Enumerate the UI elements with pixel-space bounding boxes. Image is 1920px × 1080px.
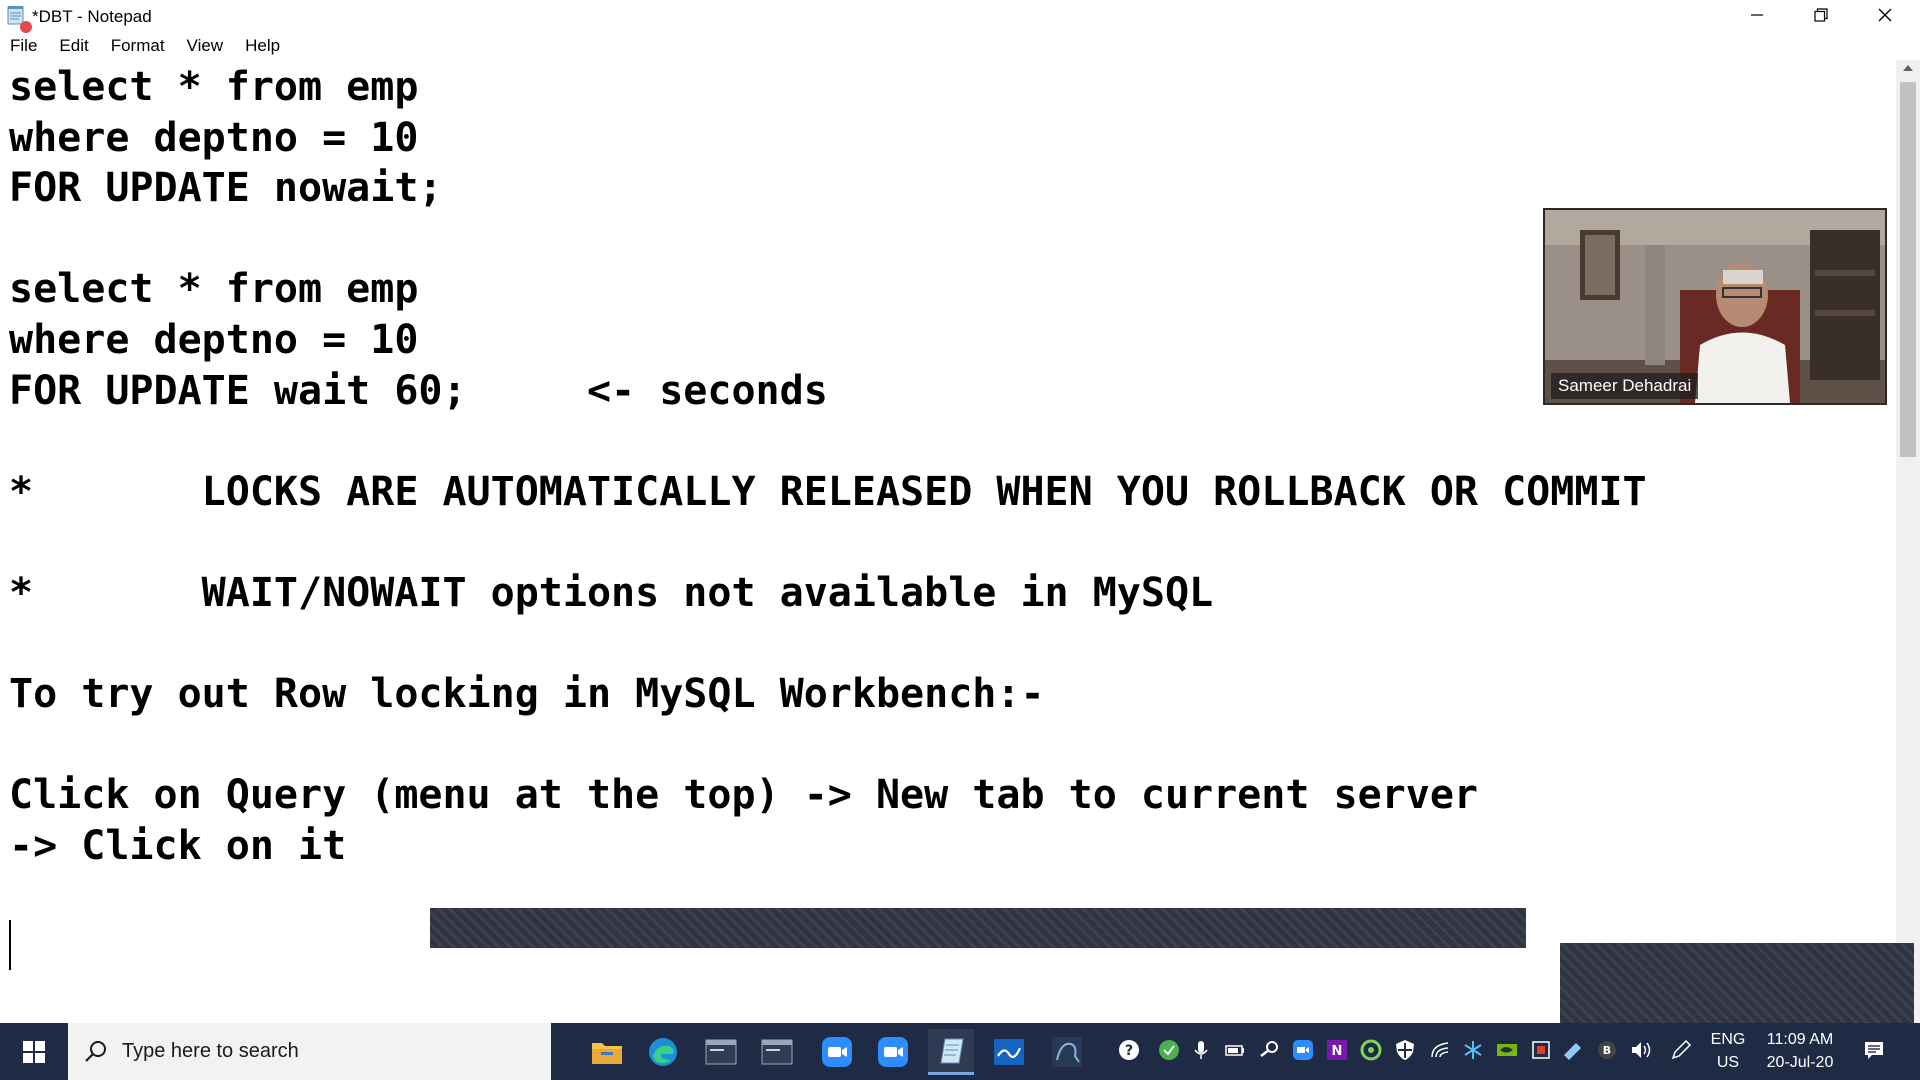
square-app-icon	[1532, 1041, 1550, 1059]
search-icon	[85, 1040, 106, 1062]
participant-video-tile[interactable]: Sameer Dehadrai	[1543, 208, 1887, 405]
screen-share-overlay-bar	[430, 908, 1526, 948]
windows-logo-icon	[23, 1040, 45, 1063]
zoom-camera-icon	[878, 1037, 908, 1067]
sql-terminal-icon	[761, 1039, 793, 1065]
menu-file[interactable]: File	[0, 33, 48, 59]
check-shield-icon	[1159, 1040, 1179, 1060]
snowflake-icon	[1464, 1041, 1482, 1059]
help-icon: ?	[1119, 1040, 1139, 1060]
participant-name-label: Sameer Dehadrai	[1551, 373, 1699, 399]
search-placeholder: Type here to search	[122, 1040, 299, 1062]
app-tray-icon[interactable]	[1530, 1039, 1552, 1061]
wifi-icon	[1431, 1042, 1449, 1058]
sql-plus-second-button[interactable]	[754, 1029, 800, 1075]
speaker-icon	[1632, 1042, 1651, 1058]
sql-plus-button[interactable]	[698, 1029, 744, 1075]
help-tray-icon[interactable]: ?	[1118, 1039, 1140, 1061]
recording-indicator-icon	[20, 21, 32, 33]
ink-icon	[1564, 1043, 1581, 1060]
menu-format[interactable]: Format	[100, 33, 176, 59]
text-editor[interactable]: select * from emp where deptno = 10 FOR …	[0, 60, 1896, 1023]
editor-content[interactable]: select * from emp where deptno = 10 FOR …	[9, 62, 1647, 872]
defender-tray-icon[interactable]	[1394, 1039, 1416, 1061]
edge-browser-button[interactable]	[640, 1029, 686, 1075]
menu-view[interactable]: View	[176, 33, 235, 59]
action-center-button[interactable]	[1863, 1039, 1885, 1061]
minimize-button[interactable]	[1725, 0, 1789, 30]
steam-tray-icon[interactable]	[1258, 1039, 1280, 1061]
screen-share-overlay-corner	[1560, 943, 1914, 1023]
menu-bar: File Edit Format View Help	[0, 33, 291, 59]
scrollbar-thumb[interactable]	[1900, 82, 1916, 457]
restore-icon	[1814, 8, 1828, 22]
battery-icon	[1225, 1045, 1244, 1056]
taskbar-search-box[interactable]: Type here to search	[68, 1023, 551, 1080]
scroll-up-arrow-icon[interactable]	[1903, 65, 1913, 71]
pen-icon	[1671, 1039, 1692, 1060]
menu-edit[interactable]: Edit	[48, 33, 99, 59]
update-tray-icon[interactable]	[1360, 1039, 1382, 1061]
window-title: *DBT - Notepad	[32, 7, 152, 26]
shield-icon	[1396, 1040, 1414, 1060]
start-button[interactable]	[0, 1023, 68, 1080]
svg-text:B: B	[1603, 1044, 1611, 1057]
edge-icon	[649, 1038, 677, 1066]
language-indicator[interactable]: ENG	[1710, 1029, 1746, 1051]
battery-tray-icon[interactable]	[1224, 1039, 1246, 1061]
vertical-scrollbar[interactable]	[1896, 60, 1920, 1023]
restore-button[interactable]	[1789, 0, 1853, 30]
clock-time[interactable]: 11:09 AM	[1758, 1029, 1842, 1051]
weather-tray-icon[interactable]	[1462, 1039, 1484, 1061]
title-bar: *DBT - Notepad	[0, 0, 1920, 33]
close-icon	[1878, 8, 1892, 22]
taskbar: Type here to search ? N B ENG US 11:09 A…	[0, 1023, 1920, 1080]
menu-help[interactable]: Help	[234, 33, 291, 59]
windows-ink-tray-icon[interactable]	[1670, 1039, 1692, 1061]
onenote-icon: N	[1327, 1040, 1347, 1060]
sql-terminal-icon	[705, 1039, 737, 1065]
circle-b-icon: B	[1598, 1041, 1616, 1059]
green-globe-icon	[1360, 1039, 1382, 1061]
mysql-workbench-icon	[1052, 1037, 1082, 1067]
close-button[interactable]	[1853, 0, 1917, 30]
file-explorer-button[interactable]	[584, 1029, 630, 1075]
text-caret	[9, 920, 11, 970]
language-region[interactable]: US	[1710, 1052, 1746, 1074]
whiteboard-icon	[994, 1039, 1024, 1065]
zoom-tray-icon[interactable]	[1292, 1039, 1314, 1061]
steam-icon	[1260, 1041, 1278, 1057]
clock-date[interactable]: 20-Jul-20	[1758, 1052, 1842, 1074]
svg-text:N: N	[1332, 1044, 1343, 1059]
zoom-camera-icon	[1293, 1040, 1313, 1060]
svg-text:?: ?	[1125, 1043, 1133, 1059]
whiteboard-button[interactable]	[986, 1029, 1032, 1075]
microphone-icon	[1194, 1041, 1208, 1059]
zoom-meeting-button[interactable]	[870, 1029, 916, 1075]
microphone-tray-icon[interactable]	[1190, 1039, 1212, 1061]
zoom-button[interactable]	[814, 1029, 860, 1075]
pen-workspace-tray-icon[interactable]	[1562, 1039, 1584, 1061]
zoom-camera-icon	[822, 1037, 852, 1067]
onenote-tray-icon[interactable]: N	[1326, 1039, 1348, 1061]
nvidia-tray-icon[interactable]	[1496, 1039, 1518, 1061]
volume-tray-icon[interactable]	[1630, 1039, 1652, 1061]
mysql-workbench-button[interactable]	[1044, 1029, 1090, 1075]
folder-icon	[592, 1043, 622, 1064]
security-check-tray-icon[interactable]	[1158, 1039, 1180, 1061]
notification-icon	[1865, 1042, 1883, 1059]
input-tray-icon[interactable]: B	[1596, 1039, 1618, 1061]
minimize-icon	[1751, 14, 1763, 16]
wifi-tray-icon[interactable]	[1430, 1039, 1452, 1061]
nvidia-icon	[1497, 1044, 1517, 1056]
notepad-icon	[940, 1038, 964, 1063]
notepad-taskbar-button[interactable]	[928, 1029, 974, 1075]
